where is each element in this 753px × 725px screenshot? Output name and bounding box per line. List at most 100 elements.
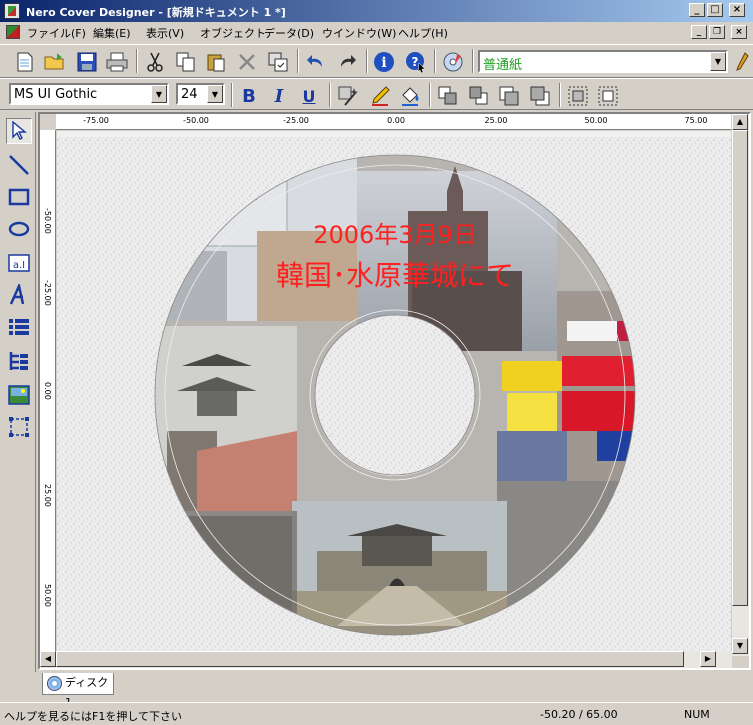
window-title: Nero Cover Designer - [新規ドキュメント 1 *] <box>26 6 286 19</box>
horizontal-scrollbar[interactable]: ◀ ▶ <box>40 651 732 668</box>
toolbar-separator <box>366 49 368 73</box>
tab-disc-1[interactable]: ディスク 1 <box>42 673 114 709</box>
chevron-down-icon[interactable]: ▼ <box>207 85 223 103</box>
menu-file[interactable]: ファイル(F) <box>27 25 86 41</box>
v-ruler-label: -50.00 <box>43 208 52 234</box>
chevron-down-icon[interactable]: ▼ <box>710 52 726 71</box>
italic-button[interactable]: I <box>267 84 291 108</box>
minimize-button[interactable]: _ <box>689 3 705 17</box>
v-ruler-label: 0.00 <box>43 382 52 400</box>
vertical-scroll-thumb[interactable] <box>732 130 748 606</box>
paste-icon[interactable] <box>204 50 228 74</box>
copy-icon[interactable] <box>174 50 198 74</box>
ruler-corner <box>40 114 56 130</box>
menu-object[interactable]: オブジェクト <box>200 25 266 41</box>
menu-data[interactable]: データ(D) <box>264 25 314 41</box>
format-toolbar: MS UI Gothic ▼ 24 ▼ B I U <box>0 78 753 110</box>
artistic-text-tool-icon[interactable] <box>6 282 32 308</box>
toolbar-separator <box>231 83 233 107</box>
redo-icon[interactable] <box>335 50 359 74</box>
burn-disc-icon[interactable] <box>441 50 465 74</box>
svg-text:i: i <box>381 55 386 71</box>
scroll-down-button[interactable]: ▼ <box>732 638 748 654</box>
underline-button[interactable]: U <box>297 84 321 108</box>
status-bar: ヘルプを見るにはF1を押して下さい -50.20 / 65.00 NUM <box>0 702 753 725</box>
print-icon[interactable] <box>105 50 129 74</box>
chevron-down-icon[interactable]: ▼ <box>151 85 167 103</box>
info-icon[interactable]: i <box>372 50 396 74</box>
undo-icon[interactable] <box>304 50 328 74</box>
h-ruler-label: -75.00 <box>83 116 109 125</box>
vertical-ruler[interactable]: -50.00 -25.00 0.00 25.00 50.00 <box>40 130 56 656</box>
font-size-select[interactable]: 24 ▼ <box>176 83 225 105</box>
paper-type-select[interactable]: 普通紙 ▼ <box>478 50 728 73</box>
toolbar-separator <box>297 49 299 73</box>
fill-color-icon[interactable] <box>398 84 422 108</box>
menu-help[interactable]: ヘルプ(H) <box>398 25 448 41</box>
scroll-up-button[interactable]: ▲ <box>732 114 748 130</box>
document-icon[interactable] <box>6 25 20 39</box>
status-numlock: NUM <box>684 708 710 721</box>
mdi-restore-button[interactable]: ❐ <box>709 25 725 39</box>
v-ruler-label: 50.00 <box>43 584 52 607</box>
svg-text:?: ? <box>412 55 419 69</box>
properties-icon[interactable] <box>266 50 290 74</box>
scroll-left-button[interactable]: ◀ <box>40 651 56 667</box>
bring-to-front-icon[interactable] <box>436 84 460 108</box>
ellipse-tool-icon[interactable] <box>6 216 32 242</box>
pen-color-icon[interactable] <box>368 84 392 108</box>
status-coordinates: -50.20 / 65.00 <box>540 708 618 721</box>
menu-window[interactable]: ウインドウ(W) <box>322 25 396 41</box>
disc-title-line2[interactable]: 韓国･水原華城にて <box>276 259 514 292</box>
delete-icon[interactable] <box>235 50 259 74</box>
font-name-value: MS UI Gothic <box>14 87 98 102</box>
toolbar-separator <box>472 49 474 73</box>
tree-list-tool-icon[interactable] <box>6 348 32 374</box>
scroll-right-button[interactable]: ▶ <box>700 651 716 667</box>
bold-button[interactable]: B <box>237 84 261 108</box>
canvas[interactable]: 2006年3月9日 韓国･水原華城にて <box>57 131 731 655</box>
rectangle-tool-icon[interactable] <box>6 184 32 210</box>
line-tool-icon[interactable] <box>6 152 32 178</box>
paragraph-tool-icon[interactable] <box>6 316 32 342</box>
cut-icon[interactable] <box>143 50 167 74</box>
text-box-tool-icon[interactable]: a.I <box>6 250 32 276</box>
vertical-scrollbar[interactable]: ▲ ▼ <box>732 114 749 656</box>
horizontal-ruler[interactable]: -75.00 -50.00 -25.00 0.00 25.00 50.00 75… <box>56 114 731 130</box>
menu-view[interactable]: 表示(V) <box>146 25 184 41</box>
h-ruler-label: -50.00 <box>183 116 209 125</box>
send-backward-icon[interactable] <box>528 84 552 108</box>
select-arrow-icon[interactable] <box>6 118 32 144</box>
mdi-minimize-button[interactable]: _ <box>691 25 707 39</box>
toolbar-separator <box>429 83 431 107</box>
title-bar: Nero Cover Designer - [新規ドキュメント 1 *] _ □… <box>0 0 753 22</box>
svg-text:a.I: a.I <box>13 260 25 271</box>
app-icon[interactable] <box>4 3 20 19</box>
maximize-button[interactable]: □ <box>707 3 723 17</box>
horizontal-scroll-thumb[interactable] <box>56 651 684 667</box>
send-to-back-icon[interactable] <box>467 84 491 108</box>
menu-edit[interactable]: 編集(E) <box>93 25 131 41</box>
context-help-icon[interactable]: ? <box>404 50 428 74</box>
disc-icon <box>47 676 62 691</box>
disc-title-line1[interactable]: 2006年3月9日 <box>313 221 477 249</box>
magic-wand-icon[interactable] <box>336 84 360 108</box>
paper-type-value: 普通紙 <box>483 58 523 73</box>
field-tool-icon[interactable] <box>6 414 32 440</box>
ungroup-icon[interactable] <box>596 84 620 108</box>
menu-bar: ファイル(F) 編集(E) 表示(V) オブジェクト データ(D) ウインドウ(… <box>0 22 753 42</box>
h-ruler-label: 25.00 <box>484 116 508 125</box>
font-name-select[interactable]: MS UI Gothic ▼ <box>9 83 169 105</box>
close-button[interactable]: × <box>729 3 745 17</box>
tool-pencil-icon[interactable] <box>733 50 751 74</box>
image-tool-icon[interactable] <box>6 382 32 408</box>
h-ruler-label: 0.00 <box>387 116 405 125</box>
open-folder-icon[interactable] <box>43 50 67 74</box>
mdi-close-button[interactable]: × <box>731 25 747 39</box>
disc-label-artwork[interactable]: 2006年3月9日 韓国･水原華城にて <box>57 131 731 655</box>
bring-forward-icon[interactable] <box>497 84 521 108</box>
group-icon[interactable] <box>566 84 590 108</box>
new-document-icon[interactable] <box>13 50 37 74</box>
save-icon[interactable] <box>75 50 99 74</box>
toolbar-separator <box>434 49 436 73</box>
